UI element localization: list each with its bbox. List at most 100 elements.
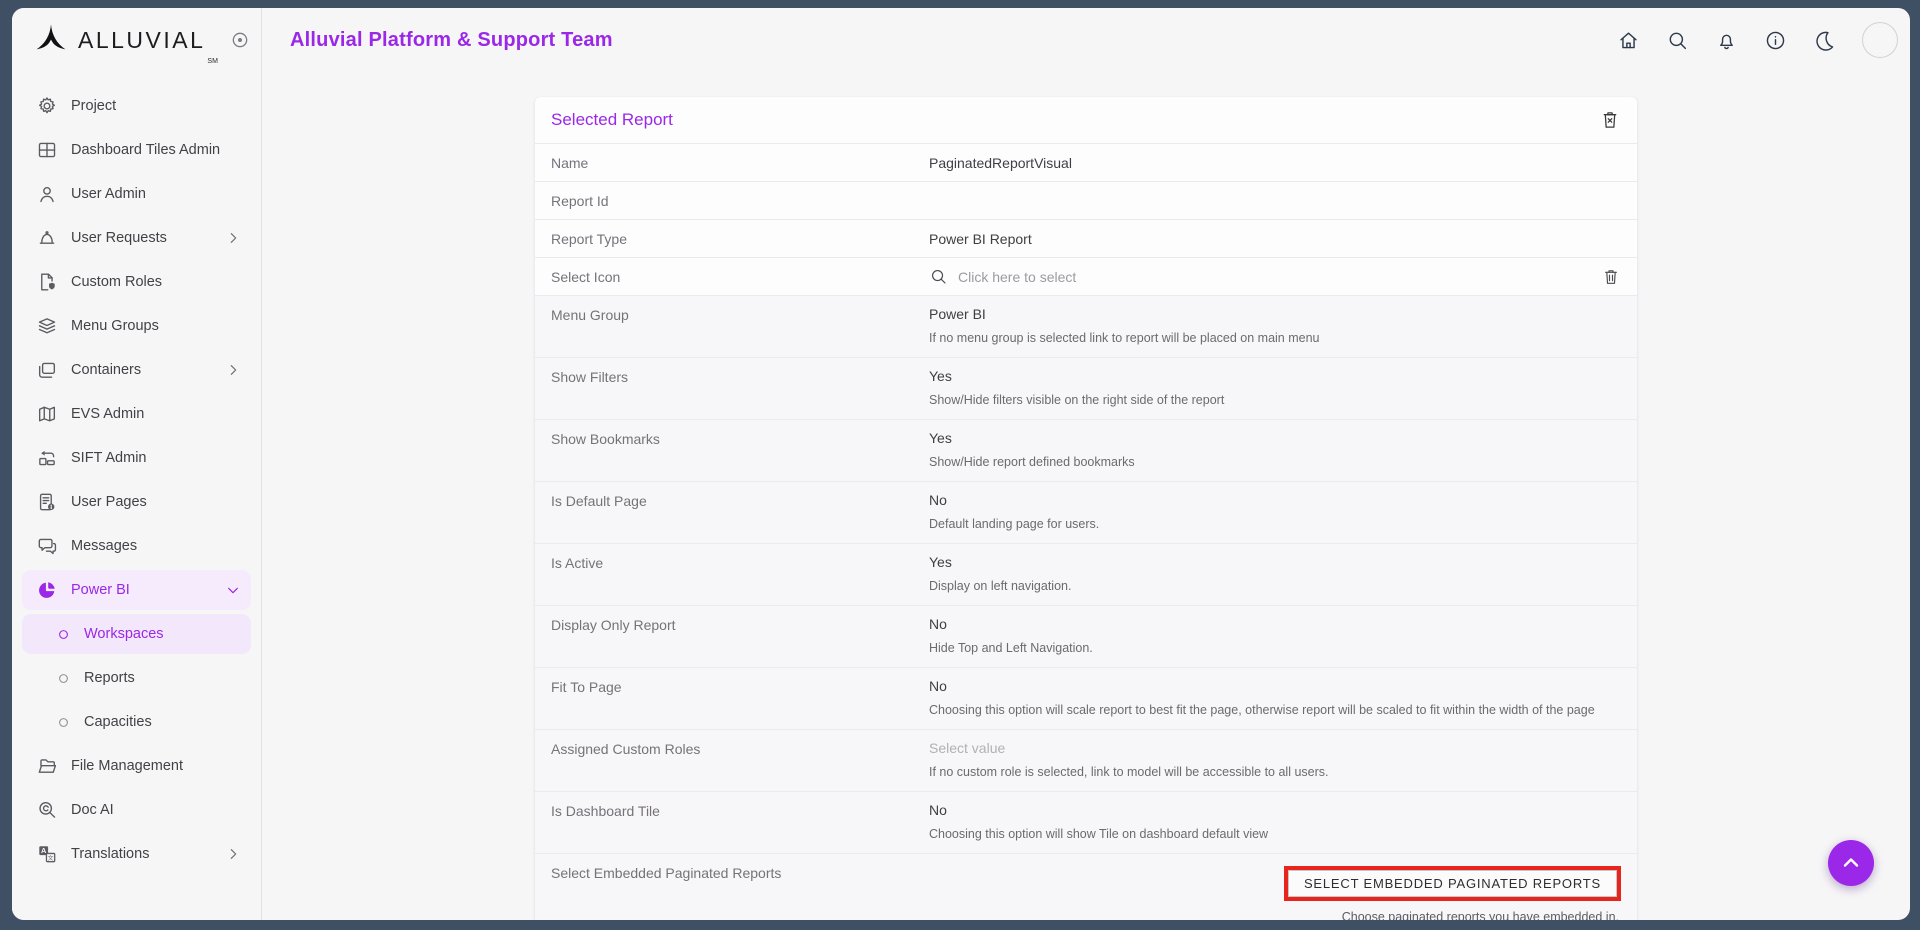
row-value: No [929, 616, 1621, 632]
row-assigned-custom-roles: Assigned Custom RolesSelect valueIf no c… [535, 729, 1637, 791]
logo-row: ALLUVIAL SM [12, 8, 261, 72]
row-report-type: Report TypePower BI Report [535, 219, 1637, 257]
sidebar-item-label: User Requests [71, 230, 167, 246]
sidebar-item-label: Custom Roles [71, 274, 162, 290]
sidebar-item-capacities[interactable]: Capacities [22, 702, 251, 742]
sidebar-item-evs-admin[interactable]: EVS Admin [22, 394, 251, 434]
moon-icon[interactable] [1813, 29, 1836, 52]
sidebar-item-label: Dashboard Tiles Admin [71, 142, 220, 158]
layers-icon [36, 315, 58, 337]
row-helper: If no custom role is selected, link to m… [929, 765, 1621, 779]
info-icon[interactable] [1764, 29, 1787, 52]
sidebar-item-user-pages[interactable]: User Pages [22, 482, 251, 522]
chevron-right-icon [225, 230, 241, 246]
file-shield-icon [36, 271, 58, 293]
row-value: Yes [929, 368, 1621, 384]
home-icon[interactable] [1617, 29, 1640, 52]
sidebar-item-menu-groups[interactable]: Menu Groups [22, 306, 251, 346]
sidebar-item-label: User Admin [71, 186, 146, 202]
sidebar: ALLUVIAL SM Project Dashboard Tiles Admin… [12, 8, 262, 920]
row-label: Display Only Report [551, 616, 929, 633]
row-select-icon: Select IconClick here to select [535, 257, 1637, 295]
sidebar-item-label: Reports [84, 670, 135, 686]
sidebar-item-containers[interactable]: Containers [22, 350, 251, 390]
bell-icon[interactable] [1715, 29, 1738, 52]
sidebar-item-label: Power BI [71, 582, 130, 598]
sidebar-item-label: Menu Groups [71, 318, 159, 334]
row-helper: Hide Top and Left Navigation. [929, 641, 1621, 655]
window-icon [36, 359, 58, 381]
topbar: Alluvial Platform & Support Team [262, 8, 1910, 72]
sidebar-item-user-requests[interactable]: User Requests [22, 218, 251, 258]
sidebar-item-translations[interactable]: A文Translations [22, 834, 251, 874]
row-helper: Default landing page for users. [929, 517, 1621, 531]
row-label: Show Filters [551, 368, 929, 385]
trash-x-icon[interactable] [1599, 109, 1621, 131]
row-fit-to-page: Fit To PageNoChoosing this option will s… [535, 667, 1637, 729]
chevron-up-icon [1839, 851, 1863, 875]
sidebar-item-sift-admin[interactable]: SIFT Admin [22, 438, 251, 478]
row-report-id: Report Id [535, 181, 1637, 219]
page-info-icon [36, 491, 58, 513]
value-column: PaginatedReportVisual [929, 155, 1621, 171]
row-helper: Show/Hide filters visible on the right s… [929, 393, 1621, 407]
row-label: Show Bookmarks [551, 430, 929, 447]
card-title: Selected Report [551, 110, 673, 130]
selected-report-card: Selected Report NamePaginatedReportVisua… [535, 97, 1637, 920]
radio-dot-icon[interactable] [230, 30, 250, 50]
icon-picker-field[interactable]: Click here to select [929, 267, 1601, 286]
brand-trademark: SM [207, 58, 218, 65]
sidebar-item-label: SIFT Admin [71, 450, 146, 466]
sidebar-item-workspaces[interactable]: Workspaces [22, 614, 251, 654]
row-show-bookmarks: Show BookmarksYesShow/Hide report define… [535, 419, 1637, 481]
row-helper: If no menu group is selected link to rep… [929, 331, 1621, 345]
report-detail-rows: NamePaginatedReportVisual Report Id Report… [535, 143, 1637, 920]
icon-picker-placeholder: Click here to select [958, 269, 1076, 285]
sidebar-item-messages[interactable]: Messages [22, 526, 251, 566]
sidebar-nav: Project Dashboard Tiles Admin User Admin Us… [12, 72, 261, 920]
sidebar-item-label: Messages [71, 538, 137, 554]
scroll-to-top-button[interactable] [1828, 840, 1874, 886]
brand-name: ALLUVIAL [78, 27, 205, 54]
sidebar-item-project[interactable]: Project [22, 86, 251, 126]
doc-ai-icon [36, 799, 58, 821]
row-value: No [929, 678, 1621, 694]
chat-icon [36, 535, 58, 557]
select-embedded-paginated-reports-button[interactable]: SELECT EMBEDDED PAGINATED REPORTS [1288, 870, 1617, 897]
user-icon [36, 183, 58, 205]
radio-circle-icon [56, 671, 71, 686]
row-display-only-report: Display Only ReportNo Hide Top and Left N… [535, 605, 1637, 667]
row-helper: Display on left navigation. [929, 579, 1621, 593]
select-value-dropdown[interactable]: Select value [929, 740, 1621, 756]
svg-text:文: 文 [48, 854, 54, 862]
window-frame: ALLUVIAL SM Project Dashboard Tiles Admin… [0, 0, 1920, 930]
user-avatar[interactable] [1862, 22, 1898, 58]
trash-icon[interactable] [1601, 267, 1621, 287]
sidebar-item-custom-roles[interactable]: Custom Roles [22, 262, 251, 302]
row-helper: Choose paginated reports you have embedd… [1342, 910, 1619, 920]
row-label: Select Embedded Paginated Reports [551, 864, 929, 881]
sidebar-item-doc-ai[interactable]: Doc AI [22, 790, 251, 830]
search-icon [929, 267, 948, 286]
topbar-icons [1617, 22, 1898, 58]
row-helper: Choosing this option will show Tile on d… [929, 827, 1621, 841]
sidebar-item-power-bi[interactable]: Power BI [22, 570, 251, 610]
sidebar-item-dashboard-tiles-admin[interactable]: Dashboard Tiles Admin [22, 130, 251, 170]
sidebar-item-file-management[interactable]: File Management [22, 746, 251, 786]
page-title: Alluvial Platform & Support Team [290, 29, 613, 52]
sidebar-item-user-admin[interactable]: User Admin [22, 174, 251, 214]
row-value: Yes [929, 430, 1621, 446]
sidebar-item-reports[interactable]: Reports [22, 658, 251, 698]
value-column: NoChoosing this option will show Tile on… [929, 802, 1621, 841]
value-column: No Choosing this option will scale report… [929, 678, 1621, 717]
row-label: Is Active [551, 554, 929, 571]
row-helper: Choosing this option will scale report t… [929, 703, 1621, 717]
alluvial-peak-icon [34, 23, 68, 57]
row-name: NamePaginatedReportVisual [535, 143, 1637, 181]
row-label: Report Id [551, 193, 929, 209]
dome-icon [36, 227, 58, 249]
sidebar-item-label: Containers [71, 362, 141, 378]
row-value: No [929, 492, 1621, 508]
search-icon[interactable] [1666, 29, 1689, 52]
row-value: Yes [929, 554, 1621, 570]
